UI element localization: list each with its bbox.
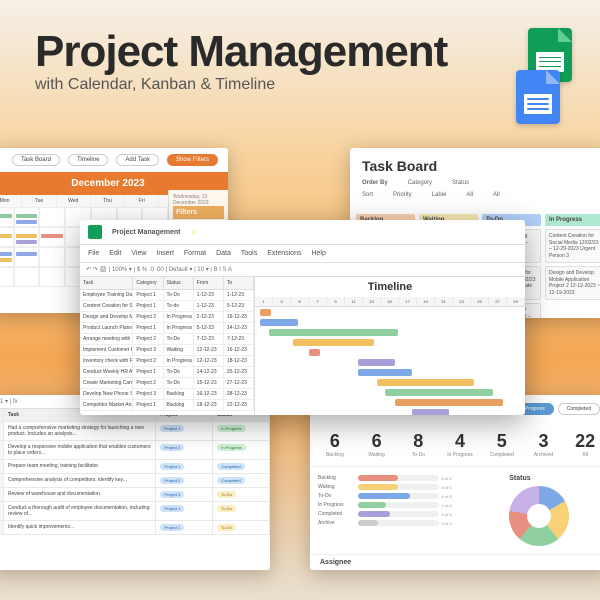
- board-title: Task Board: [362, 158, 598, 174]
- app-icons: [528, 28, 572, 124]
- kanban-card[interactable]: Content Creation for Social Media 12/02/…: [545, 229, 600, 263]
- kanban-card[interactable]: Design and Develop Mobile Application Pr…: [545, 266, 600, 300]
- status-donut-chart: [509, 486, 569, 546]
- add-task-button[interactable]: Add Task: [116, 154, 159, 166]
- tab-completed[interactable]: Completed: [558, 403, 600, 415]
- menu-bar[interactable]: FileEditView InsertFormatData ToolsExten…: [80, 245, 525, 263]
- sheets-logo-icon: [88, 225, 102, 239]
- docs-icon: [516, 70, 560, 124]
- doc-title[interactable]: Project Management: [112, 229, 180, 236]
- page-subtitle: with Calendar, Kanban & Timeline: [35, 76, 565, 94]
- assignee-heading: Assignee: [310, 554, 600, 570]
- gantt-chart: [255, 307, 525, 415]
- timeline-heading: Timeline: [255, 277, 525, 297]
- dashboard-screenshot: Status All To-Do In Progress Completed 6…: [310, 395, 600, 570]
- page-title: Project Management: [35, 30, 565, 74]
- show-filters-button[interactable]: Show Filters: [167, 154, 218, 166]
- task-board-button[interactable]: Task Board: [12, 154, 60, 166]
- task-list-screenshot: A1 ▾ | fx Task ProjectStatus 4Had a comp…: [0, 395, 270, 570]
- timeline-screenshot: Project Management ☆ FileEditView Insert…: [80, 220, 525, 415]
- timeline-button[interactable]: Timeline: [68, 154, 108, 166]
- current-date: Wednesday, 13 December 2023: [173, 194, 224, 206]
- filters-heading: Filters: [173, 206, 224, 219]
